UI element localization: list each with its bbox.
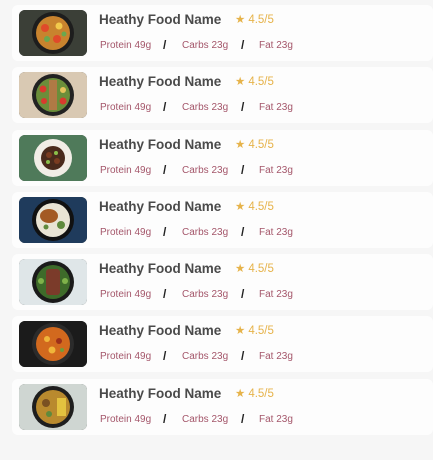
food-rating: ★ 4.5/5 [235, 137, 274, 151]
food-rating: ★ 4.5/5 [235, 12, 274, 26]
protein-label: Protein 49g [100, 102, 152, 113]
food-image [19, 197, 87, 243]
food-rating: ★ 4.5/5 [235, 323, 274, 337]
rating-value: 4.5/5 [248, 325, 274, 337]
carbs-label: Carbs 23g [182, 40, 229, 51]
food-list: Heathy Food Name ★ 4.5/5 Protein 49g / Ca… [0, 0, 433, 460]
food-card[interactable]: Heathy Food Name ★ 4.5/5 Protein 49g / Ca… [12, 379, 433, 435]
star-icon: ★ [235, 263, 246, 275]
star-icon: ★ [235, 325, 246, 337]
separator: / [163, 412, 167, 426]
protein-label: Protein 49g [100, 289, 152, 300]
fat-label: Fat 23g [259, 40, 293, 51]
food-image [19, 72, 87, 118]
separator: / [163, 225, 167, 239]
food-name: Heathy Food Name [99, 199, 222, 214]
separator: / [241, 287, 245, 301]
star-icon: ★ [235, 76, 246, 88]
star-icon: ★ [235, 14, 246, 26]
fat-label: Fat 23g [259, 165, 293, 176]
separator: / [241, 349, 245, 363]
separator: / [241, 225, 245, 239]
food-card[interactable]: Heathy Food Name ★ 4.5/5 Protein 49g / Ca… [12, 316, 433, 372]
food-image [19, 135, 87, 181]
star-icon: ★ [235, 388, 246, 400]
food-rating: ★ 4.5/5 [235, 261, 274, 275]
food-card[interactable]: Heathy Food Name ★ 4.5/5 Protein 49g / Ca… [12, 254, 433, 310]
fat-label: Fat 23g [259, 351, 293, 362]
separator: / [163, 38, 167, 52]
food-image [19, 321, 87, 367]
food-name: Heathy Food Name [99, 386, 222, 401]
rating-value: 4.5/5 [248, 388, 274, 400]
protein-label: Protein 49g [100, 227, 152, 238]
rating-value: 4.5/5 [248, 263, 274, 275]
food-rating: ★ 4.5/5 [235, 199, 274, 213]
star-icon: ★ [235, 201, 246, 213]
rating-value: 4.5/5 [248, 139, 274, 151]
food-card[interactable]: Heathy Food Name ★ 4.5/5 Protein 49g / Ca… [12, 5, 433, 61]
food-name: Heathy Food Name [99, 261, 222, 276]
fat-label: Fat 23g [259, 227, 293, 238]
food-name: Heathy Food Name [99, 12, 222, 27]
food-rating: ★ 4.5/5 [235, 74, 274, 88]
rating-value: 4.5/5 [248, 201, 274, 213]
protein-label: Protein 49g [100, 414, 152, 425]
food-image [19, 384, 87, 430]
separator: / [241, 412, 245, 426]
separator: / [163, 100, 167, 114]
separator: / [163, 349, 167, 363]
food-rating: ★ 4.5/5 [235, 386, 274, 400]
star-icon: ★ [235, 139, 246, 151]
carbs-label: Carbs 23g [182, 289, 229, 300]
carbs-label: Carbs 23g [182, 227, 229, 238]
food-name: Heathy Food Name [99, 74, 222, 89]
rating-value: 4.5/5 [248, 14, 274, 26]
protein-label: Protein 49g [100, 351, 152, 362]
rating-value: 4.5/5 [248, 76, 274, 88]
separator: / [241, 163, 245, 177]
protein-label: Protein 49g [100, 40, 152, 51]
carbs-label: Carbs 23g [182, 102, 229, 113]
fat-label: Fat 23g [259, 289, 293, 300]
food-image [19, 259, 87, 305]
food-card[interactable]: Heathy Food Name ★ 4.5/5 Protein 49g / Ca… [12, 192, 433, 248]
food-name: Heathy Food Name [99, 323, 222, 338]
protein-label: Protein 49g [100, 165, 152, 176]
food-image [19, 10, 87, 56]
fat-label: Fat 23g [259, 102, 293, 113]
food-name: Heathy Food Name [99, 137, 222, 152]
food-card[interactable]: Heathy Food Name ★ 4.5/5 Protein 49g / Ca… [12, 130, 433, 186]
fat-label: Fat 23g [259, 414, 293, 425]
separator: / [163, 287, 167, 301]
separator: / [163, 163, 167, 177]
carbs-label: Carbs 23g [182, 165, 229, 176]
separator: / [241, 38, 245, 52]
carbs-label: Carbs 23g [182, 414, 229, 425]
carbs-label: Carbs 23g [182, 351, 229, 362]
food-card[interactable]: Heathy Food Name ★ 4.5/5 Protein 49g / Ca… [12, 67, 433, 123]
separator: / [241, 100, 245, 114]
